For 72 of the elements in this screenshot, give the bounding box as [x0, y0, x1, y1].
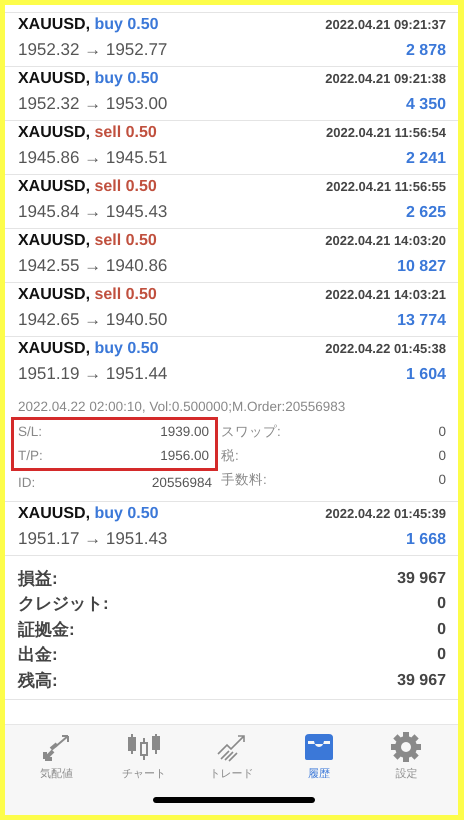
summary-label: クレジット:: [18, 593, 109, 616]
profit-value: 2 878: [406, 42, 446, 60]
field-label: T/P:: [18, 447, 43, 465]
price-range: 1945.84 → 1945.43: [18, 202, 168, 222]
summary-label: 損益:: [18, 568, 58, 590]
price-range: 1945.86 → 1945.51: [18, 148, 168, 168]
order-side: sell 0.50: [94, 286, 157, 303]
summary-value: 0: [437, 645, 446, 666]
profit-value: 2 241: [406, 150, 446, 168]
field-label: S/L:: [18, 423, 42, 441]
trade-time: 2022.04.22 01:45:39: [325, 506, 446, 521]
summary-label: 出金:: [18, 644, 58, 666]
field-label: 税:: [221, 447, 239, 465]
tab-button[interactable]: 気配値: [22, 731, 92, 781]
order-side: buy 0.50: [94, 16, 158, 33]
field-value: 0: [438, 471, 446, 489]
summary-value: 39 967: [397, 670, 446, 691]
symbol-label: XAUUSD,: [18, 70, 90, 87]
tab-button[interactable]: 履歴: [284, 731, 354, 781]
profit-value: 2 625: [406, 204, 446, 222]
trade-time: 2022.04.21 14:03:21: [325, 287, 446, 302]
field-value: 20556984: [152, 474, 212, 492]
profit-value: 1 604: [406, 366, 446, 384]
field-value: 1956.00: [160, 447, 209, 465]
summary-label: 残高:: [18, 670, 58, 692]
symbol-label: XAUUSD,: [18, 178, 90, 195]
symbol-label: XAUUSD,: [18, 16, 90, 33]
symbol-label: XAUUSD,: [18, 340, 90, 357]
order-side: buy 0.50: [94, 505, 158, 522]
order-side: sell 0.50: [94, 232, 157, 249]
trade-time: 2022.04.21 11:56:55: [326, 179, 446, 194]
price-range: 1942.65 → 1940.50: [18, 310, 168, 330]
summary-value: 39 967: [397, 569, 446, 589]
tab-button[interactable]: 設定: [371, 731, 442, 781]
order-comment: 2022.04.22 02:00:10, Vol:0.500000;M.Order:20556983: [18, 398, 346, 416]
symbol-label: XAUUSD,: [18, 286, 90, 303]
trend-arrow-icon: [215, 732, 248, 762]
trade-time: 2022.04.21 09:21:37: [325, 17, 446, 32]
profit-value: 13 774: [397, 312, 446, 330]
settings-icon: [390, 731, 422, 763]
trade-time: 2022.04.21 09:21:38: [325, 71, 446, 86]
price-range: 1951.19 → 1951.44: [18, 364, 168, 384]
price-range: 1951.17 → 1951.43: [18, 529, 168, 549]
trade-time: 2022.04.21 11:56:54: [326, 125, 446, 140]
symbol-label: XAUUSD,: [18, 232, 90, 249]
profit-value: 1 668: [406, 531, 446, 549]
order-side: buy 0.50: [94, 70, 158, 87]
trade-time: 2022.04.22 01:45:38: [325, 341, 446, 356]
order-side: sell 0.50: [94, 124, 157, 141]
summary-value: 0: [437, 620, 446, 640]
trade-time: 2022.04.21 14:03:20: [325, 233, 446, 248]
order-side: sell 0.50: [94, 178, 157, 195]
tab-button[interactable]: チャート: [109, 731, 180, 781]
price-range: 1942.55 → 1940.86: [18, 256, 168, 276]
summary-value: 0: [437, 594, 446, 614]
field-value: 0: [438, 423, 446, 441]
field-value: 1939.00: [160, 423, 209, 441]
symbol-label: XAUUSD,: [18, 124, 90, 141]
price-range: 1952.32 → 1953.00: [18, 94, 168, 114]
tab-button[interactable]: トレード: [196, 731, 266, 781]
field-value: 0: [438, 447, 446, 465]
field-label: 手数料:: [221, 471, 267, 489]
home-indicator[interactable]: [153, 797, 315, 803]
profit-value: 4 350: [406, 96, 446, 114]
field-label: スワップ:: [221, 423, 281, 441]
summary-label: 証拠金:: [18, 618, 75, 641]
order-side: buy 0.50: [94, 340, 158, 357]
symbol-label: XAUUSD,: [18, 505, 90, 522]
profit-value: 10 827: [397, 258, 446, 276]
candlestick-icon: [127, 732, 162, 762]
price-range: 1952.32 → 1952.77: [18, 40, 168, 60]
field-label: ID:: [18, 474, 36, 492]
